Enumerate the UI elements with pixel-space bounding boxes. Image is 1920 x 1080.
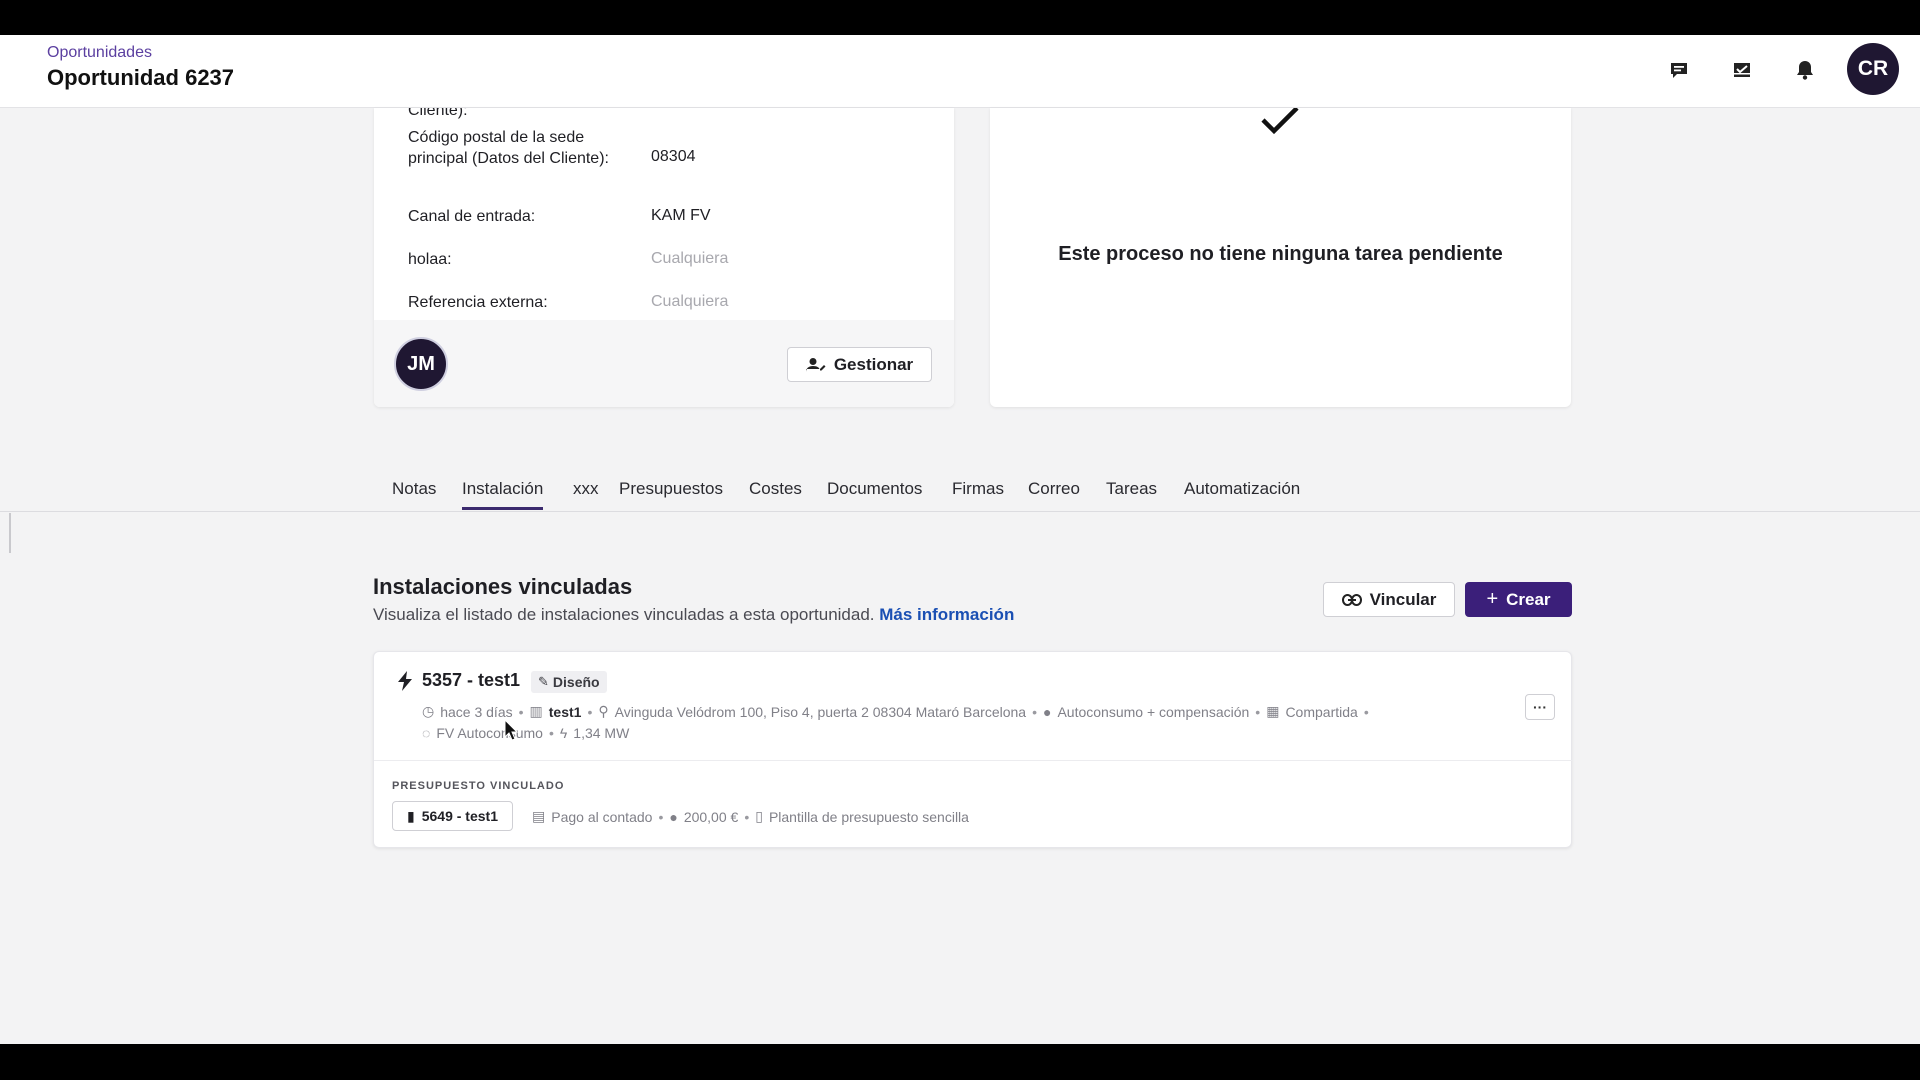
tab-notas[interactable]: Notas (392, 479, 436, 507)
field-label-external-ref: Referencia externa: (408, 294, 548, 311)
client-data-card: Cliente): Código postal de la sede princ… (374, 108, 954, 407)
separator-dot: • (744, 808, 750, 825)
linked-budget-title: 5649 - test1 (421, 808, 498, 824)
section-subtitle: Visualiza el listado de instalaciones vi… (373, 605, 1014, 625)
status-badge: ✎ Diseño (531, 671, 607, 693)
tasks-card: Este proceso no tiene ninguna tarea pend… (990, 108, 1571, 407)
meta-client[interactable]: test1 (549, 704, 582, 720)
divider (374, 760, 1573, 761)
app-window: Oportunidades Oportunidad 6237 CR Client… (0, 35, 1920, 1044)
tab-instalacion[interactable]: Instalación (462, 479, 544, 510)
field-label-channel: Canal de entrada: (408, 208, 536, 225)
create-button-label: Crear (1506, 589, 1551, 609)
chat-icon[interactable] (1664, 55, 1694, 85)
tab-firmas[interactable]: Firmas (952, 479, 1004, 507)
coin-icon: ● (669, 808, 678, 825)
field-value-channel: KAM FV (651, 207, 711, 224)
separator-dot: • (1255, 703, 1261, 720)
installation-meta-row-2: ◌ FV Autoconsumo • ϟ 1,34 MW (422, 725, 629, 741)
manage-button[interactable]: Gestionar (787, 347, 932, 382)
meta-type: FV Autoconsumo (436, 725, 543, 741)
separator-dot: • (658, 808, 664, 825)
tab-correo[interactable]: Correo (1028, 479, 1080, 507)
tab-xxx[interactable]: xxx (573, 479, 599, 507)
power-icon: ϟ (559, 725, 568, 741)
separator-dot: • (1032, 703, 1037, 720)
linked-budget-label: PRESUPUESTO VINCULADO (392, 780, 565, 792)
field-label-postal-code: Código postal de la sede principal (Dato… (408, 129, 609, 167)
pin-icon: ⚲ (598, 703, 609, 719)
building-icon: ▥ (529, 703, 543, 719)
field-value-external-ref: Cualquiera (651, 293, 729, 310)
bolt-icon (398, 671, 412, 691)
globe-icon: ● (1042, 703, 1052, 720)
budget-amount: 200,00 € (683, 808, 739, 825)
document-icon: ▮ (407, 807, 415, 824)
client-fields: Cliente): Código postal de la sede princ… (374, 108, 954, 320)
section-title: Instalaciones vinculadas (373, 574, 633, 599)
installation-card[interactable]: 5357 - test1 ✎ Diseño ◷ hace 3 días • ▥ … (373, 651, 1573, 848)
shared-icon: ▦ (1266, 703, 1280, 719)
top-bar: Oportunidades Oportunidad 6237 CR (0, 35, 1920, 108)
link-icon (1341, 593, 1362, 606)
tab-costes[interactable]: Costes (749, 479, 802, 507)
design-icon: ✎ (538, 674, 549, 689)
checkmark-icon (1261, 108, 1299, 135)
resize-handle[interactable] (9, 513, 11, 553)
separator-dot: • (1363, 703, 1369, 720)
budget-template: Plantilla de presupuesto sencilla (768, 808, 969, 825)
section-subtitle-text: Visualiza el listado de instalaciones vi… (373, 605, 875, 624)
tab-automatizacion[interactable]: Automatización (1184, 479, 1300, 507)
create-button[interactable]: + Crear (1465, 582, 1572, 617)
status-badge-label: Diseño (552, 674, 600, 690)
no-tasks-message: Este proceso no tiene ninguna tarea pend… (1058, 243, 1503, 265)
separator-dot: • (548, 725, 554, 741)
user-edit-icon (805, 357, 826, 372)
tab-documentos[interactable]: Documentos (827, 479, 922, 507)
clock-icon: ◷ (422, 703, 435, 719)
installation-title[interactable]: 5357 - test1 (422, 670, 520, 691)
page-title: Oportunidad 6237 (47, 65, 235, 90)
tab-tareas[interactable]: Tareas (1106, 479, 1157, 507)
meta-shared: Compartida (1285, 703, 1358, 720)
inbox-icon[interactable] (1727, 55, 1757, 85)
budget-payment: Pago al contado (551, 808, 653, 825)
link-button-label: Vincular (1369, 589, 1437, 609)
client-card-footer: JM Gestionar (374, 320, 954, 407)
field-value-postal-code: 08304 (651, 148, 696, 165)
cash-icon: ▤ (532, 808, 546, 824)
meta-time: hace 3 días (440, 703, 513, 720)
breadcrumb[interactable]: Oportunidades (47, 44, 152, 62)
link-button[interactable]: Vincular (1323, 582, 1455, 617)
loading-icon: ◌ (422, 725, 431, 741)
separator-dot: • (518, 703, 524, 720)
installation-meta-row-1: ◷ hace 3 días • ▥ test1 • ⚲ Avinguda Vel… (422, 703, 1369, 720)
owner-avatar[interactable]: JM (394, 337, 448, 391)
field-label-holaa: holaa: (408, 251, 452, 268)
more-options-button[interactable]: ··· (1525, 694, 1555, 720)
mouse-cursor-icon (504, 719, 518, 741)
tab-bar: Notas Instalación xxx Presupuestos Coste… (0, 475, 1920, 512)
field-value-holaa: Cualquiera (651, 250, 729, 267)
bell-icon[interactable] (1790, 55, 1820, 85)
user-avatar[interactable]: CR (1847, 43, 1899, 95)
budget-meta-row: ▤ Pago al contado • ● 200,00 € • ▯ Plant… (532, 808, 969, 825)
meta-mode: Autoconsumo + compensación (1057, 703, 1250, 720)
file-icon: ▯ (755, 808, 763, 824)
more-info-link[interactable]: Más información (879, 605, 1014, 624)
separator-dot: • (587, 703, 593, 720)
tab-presupuestos[interactable]: Presupuestos (619, 479, 723, 507)
meta-power: 1,34 MW (573, 725, 630, 741)
meta-address: Avinguda Velódrom 100, Piso 4, puerta 2 … (614, 703, 1027, 720)
plus-icon: + (1486, 588, 1499, 610)
manage-button-label: Gestionar (833, 354, 914, 374)
linked-budget-chip[interactable]: ▮ 5649 - test1 (392, 801, 513, 831)
field-label-partial: Cliente): (408, 108, 468, 119)
